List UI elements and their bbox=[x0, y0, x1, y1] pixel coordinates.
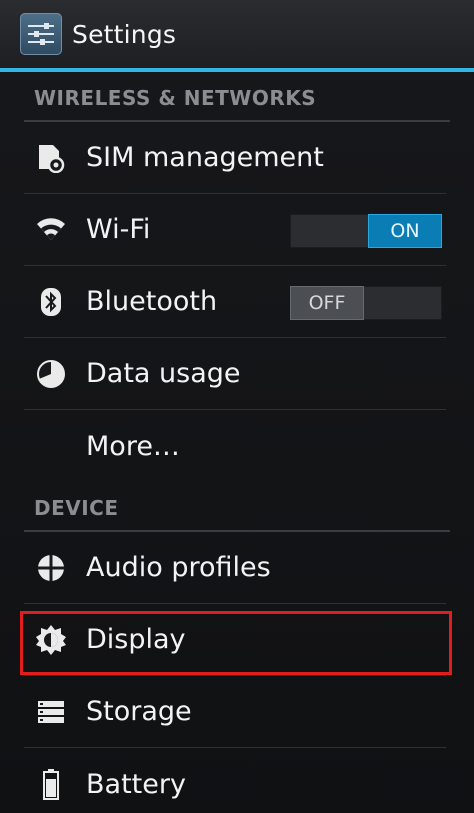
audio-profiles-icon bbox=[34, 551, 68, 585]
device-list: Audio profiles Display Storage Battery bbox=[0, 532, 474, 813]
wireless-list: SIM management Wi-Fi ON Bluetooth OFF Da… bbox=[0, 122, 474, 482]
bluetooth-toggle-state: OFF bbox=[290, 286, 364, 320]
storage-icon bbox=[34, 695, 68, 729]
settings-item-label: Wi-Fi bbox=[86, 214, 151, 245]
settings-item-label: Display bbox=[86, 624, 186, 655]
display-brightness-icon bbox=[34, 623, 68, 657]
settings-item-label: Battery bbox=[86, 768, 186, 800]
settings-item-battery[interactable]: Battery bbox=[24, 748, 446, 813]
settings-screen: Settings WIRELESS & NETWORKS SIM managem… bbox=[0, 0, 474, 813]
settings-item-sim-management[interactable]: SIM management bbox=[24, 122, 446, 194]
wifi-toggle-state: ON bbox=[368, 214, 442, 248]
section-header-device: DEVICE bbox=[24, 482, 450, 532]
battery-icon bbox=[34, 767, 68, 801]
section-header-wireless: WIRELESS & NETWORKS bbox=[24, 72, 450, 122]
bluetooth-icon bbox=[34, 285, 68, 319]
settings-sliders-icon[interactable] bbox=[20, 13, 62, 55]
wifi-toggle[interactable]: ON bbox=[290, 214, 442, 248]
bluetooth-toggle[interactable]: OFF bbox=[290, 286, 442, 320]
data-usage-icon bbox=[34, 357, 68, 391]
settings-item-bluetooth[interactable]: Bluetooth OFF bbox=[24, 266, 446, 338]
settings-item-label: Bluetooth bbox=[86, 286, 218, 317]
wifi-icon bbox=[34, 213, 68, 247]
settings-item-wifi[interactable]: Wi-Fi ON bbox=[24, 194, 446, 266]
settings-item-label: Audio profiles bbox=[86, 552, 271, 583]
settings-item-label: Data usage bbox=[86, 358, 241, 389]
settings-item-data-usage[interactable]: Data usage bbox=[24, 338, 446, 410]
settings-item-label: Storage bbox=[86, 696, 192, 727]
settings-item-audio-profiles[interactable]: Audio profiles bbox=[24, 532, 446, 604]
action-bar: Settings bbox=[0, 0, 474, 72]
settings-item-more[interactable]: More… bbox=[24, 410, 446, 482]
sim-card-icon bbox=[34, 141, 68, 175]
settings-item-label: More… bbox=[86, 430, 180, 462]
settings-item-label: SIM management bbox=[86, 142, 324, 173]
page-title: Settings bbox=[72, 19, 177, 49]
settings-item-storage[interactable]: Storage bbox=[24, 676, 446, 748]
settings-item-display[interactable]: Display bbox=[24, 604, 446, 676]
